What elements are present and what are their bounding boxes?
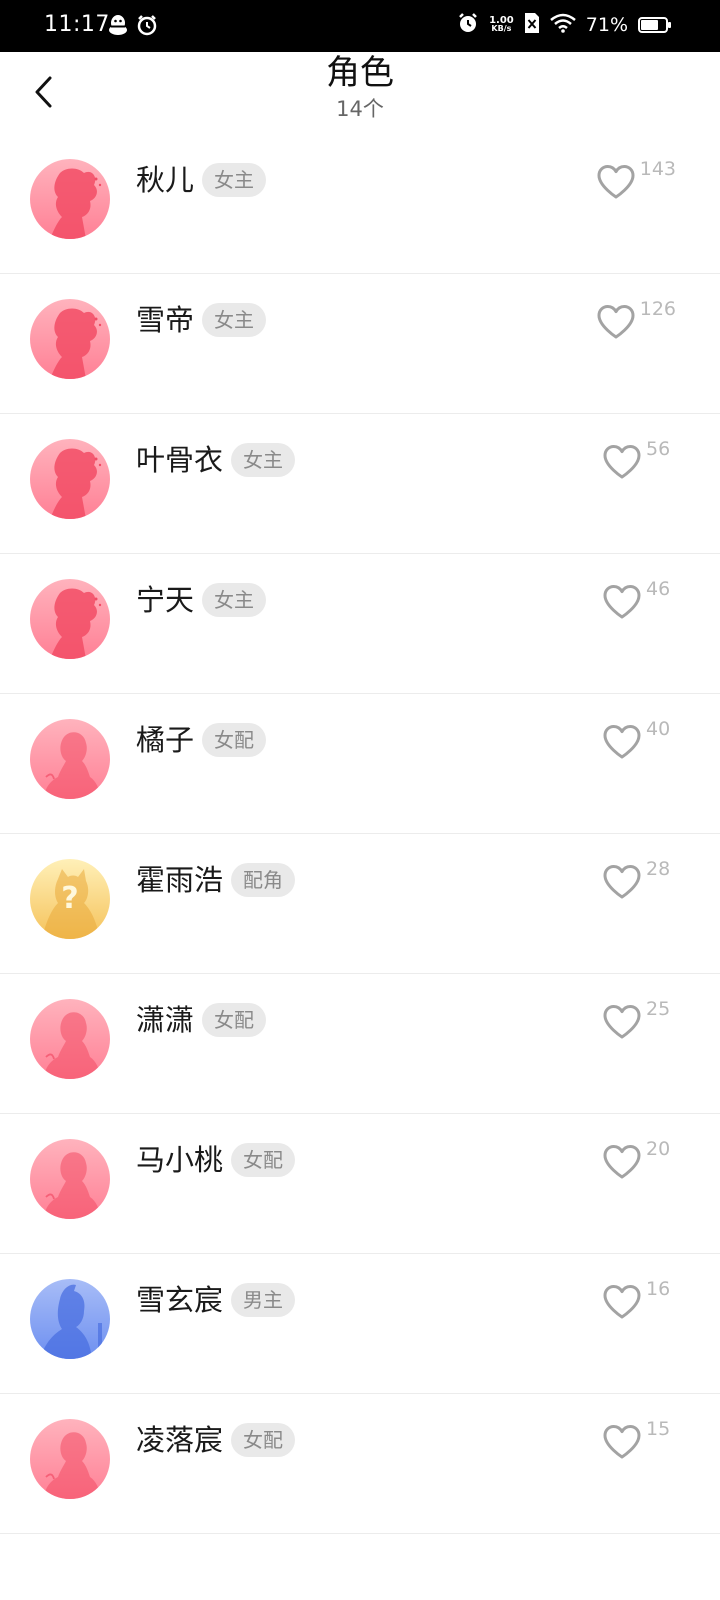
page-title: 角色	[326, 53, 394, 93]
character-info: 马小桃 女配	[136, 1140, 296, 1180]
svg-text:?: ?	[61, 881, 78, 916]
character-info: 潇潇 女配	[136, 1000, 267, 1040]
status-right-icons: 1.00 KB/s 71%	[457, 11, 671, 39]
role-tag: 女配	[202, 723, 267, 757]
character-name: 霍雨浩	[136, 863, 224, 897]
avatar-female-lead[interactable]	[30, 579, 110, 659]
character-info: 凌落宸 女配	[136, 1420, 296, 1460]
status-left-icons	[108, 14, 158, 40]
character-row[interactable]: 宁天 女主 46	[0, 554, 720, 694]
avatar-female-lead[interactable]	[30, 299, 110, 379]
like-button[interactable]: 25	[602, 998, 676, 1040]
role-tag: 女主	[202, 163, 267, 197]
avatar-female-support[interactable]	[30, 999, 110, 1079]
like-count: 143	[639, 158, 676, 180]
heart-icon[interactable]	[602, 1424, 642, 1460]
app-header: 角色 14个	[0, 52, 720, 136]
alarm-icon	[136, 14, 158, 40]
character-row[interactable]: 橘子 女配 40	[0, 694, 720, 834]
avatar-female-support[interactable]	[30, 1419, 110, 1499]
character-row[interactable]: 雪玄宸 男主 16	[0, 1254, 720, 1394]
role-tag: 男主	[231, 1283, 296, 1317]
like-button[interactable]: 28	[602, 858, 676, 900]
like-count: 25	[646, 998, 671, 1020]
character-name: 凌落宸	[136, 1423, 224, 1457]
character-info: 叶骨衣 女主	[136, 440, 296, 480]
character-info: 宁天 女主	[136, 580, 267, 620]
role-tag: 女配	[202, 1003, 267, 1037]
avatar-female-lead[interactable]	[30, 159, 110, 239]
like-count: 56	[646, 438, 671, 460]
like-button[interactable]: 143	[596, 158, 676, 200]
heart-icon[interactable]	[596, 164, 636, 200]
character-info: 秋儿 女主	[136, 160, 267, 200]
like-count: 126	[639, 298, 676, 320]
character-info: 霍雨浩 配角	[136, 860, 296, 900]
like-button[interactable]: 16	[602, 1278, 676, 1320]
role-tag: 女主	[231, 443, 296, 477]
role-tag: 女配	[231, 1423, 296, 1457]
role-tag: 女主	[202, 583, 267, 617]
character-row[interactable]: 叶骨衣 女主 56	[0, 414, 720, 554]
like-count: 16	[646, 1278, 671, 1300]
like-count: 46	[646, 578, 671, 600]
like-button[interactable]: 20	[602, 1138, 676, 1180]
avatar-unknown[interactable]: ?	[30, 859, 110, 939]
net-speed-unit: KB/s	[491, 24, 512, 33]
character-info: 雪玄宸 男主	[136, 1280, 296, 1320]
heart-icon[interactable]	[602, 724, 642, 760]
avatar-female-lead[interactable]	[30, 439, 110, 519]
character-info: 橘子 女配	[136, 720, 267, 760]
character-count: 14个	[336, 97, 384, 121]
character-list: 秋儿 女主 143 雪帝 女主 126 叶骨衣 女主 56 宁天 女主 46 橘…	[0, 134, 720, 1534]
battery-icon	[638, 17, 671, 33]
like-count: 28	[646, 858, 671, 880]
status-time: 11:17	[44, 12, 110, 37]
qq-penguin-icon	[108, 14, 128, 40]
character-name: 秋儿	[136, 163, 195, 197]
character-row[interactable]: ? 霍雨浩 配角 28	[0, 834, 720, 974]
character-row[interactable]: 潇潇 女配 25	[0, 974, 720, 1114]
heart-icon[interactable]	[602, 444, 642, 480]
heart-icon[interactable]	[602, 1004, 642, 1040]
status-bar: 11:17 1.00 KB/s 71%	[0, 0, 720, 52]
heart-icon[interactable]	[602, 584, 642, 620]
battery-percent: 71%	[585, 14, 628, 36]
net-speed: 1.00 KB/s	[489, 16, 514, 33]
character-row[interactable]: 雪帝 女主 126	[0, 274, 720, 414]
avatar-male-lead[interactable]	[30, 1279, 110, 1359]
character-name: 宁天	[136, 583, 195, 617]
character-info: 雪帝 女主	[136, 300, 267, 340]
character-name: 叶骨衣	[136, 443, 224, 477]
like-button[interactable]: 46	[602, 578, 676, 620]
alarm-icon	[457, 12, 479, 38]
role-tag: 女主	[202, 303, 267, 337]
avatar-female-support[interactable]	[30, 1139, 110, 1219]
role-tag: 配角	[231, 863, 296, 897]
like-button[interactable]: 40	[602, 718, 676, 760]
like-button[interactable]: 126	[596, 298, 676, 340]
character-name: 雪玄宸	[136, 1283, 224, 1317]
sim-x-icon	[524, 12, 540, 38]
character-name: 马小桃	[136, 1143, 224, 1177]
like-count: 20	[646, 1138, 671, 1160]
heart-icon[interactable]	[596, 304, 636, 340]
character-name: 橘子	[136, 723, 195, 757]
like-button[interactable]: 56	[602, 438, 676, 480]
like-button[interactable]: 15	[602, 1418, 676, 1460]
battery-fill	[641, 20, 659, 30]
like-count: 40	[646, 718, 671, 740]
character-row[interactable]: 秋儿 女主 143	[0, 134, 720, 274]
wifi-icon	[549, 13, 576, 37]
role-tag: 女配	[231, 1143, 296, 1177]
character-name: 雪帝	[136, 303, 195, 337]
character-name: 潇潇	[136, 1003, 195, 1037]
character-row[interactable]: 马小桃 女配 20	[0, 1114, 720, 1254]
heart-icon[interactable]	[602, 1144, 642, 1180]
character-row[interactable]: 凌落宸 女配 15	[0, 1394, 720, 1534]
heart-icon[interactable]	[602, 864, 642, 900]
like-count: 15	[646, 1418, 671, 1440]
heart-icon[interactable]	[602, 1284, 642, 1320]
avatar-female-support[interactable]	[30, 719, 110, 799]
